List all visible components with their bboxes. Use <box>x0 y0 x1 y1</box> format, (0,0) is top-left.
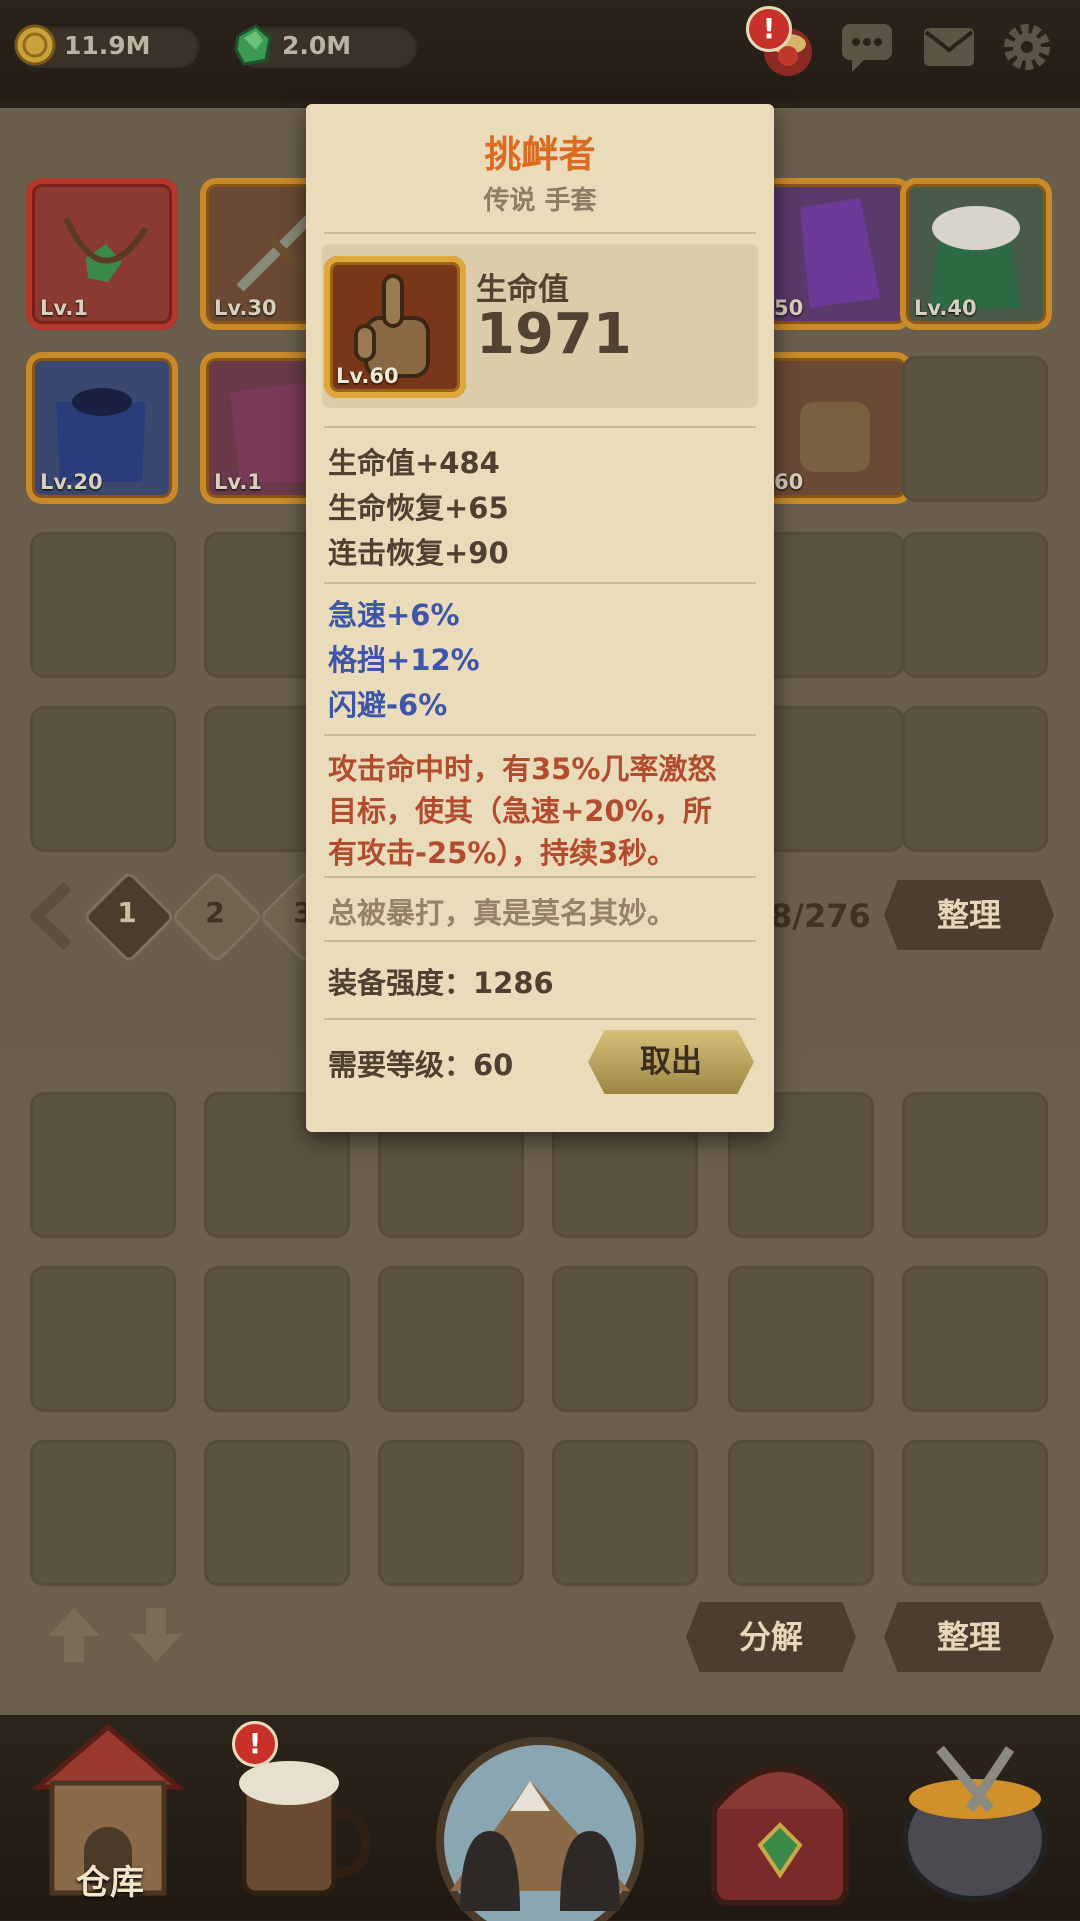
empty-slot[interactable] <box>758 706 904 852</box>
empty-slot[interactable] <box>552 1440 698 1586</box>
required-level: 需要等级：60 <box>328 1048 514 1082</box>
page-1-label: 1 <box>117 896 137 929</box>
gem-amount: 2.0M <box>282 31 352 60</box>
item-level: Lv.60 <box>336 364 399 388</box>
forge-pot-icon[interactable] <box>880 1729 1070 1919</box>
page-2-label: 2 <box>205 896 225 929</box>
tavern-alert-badge: ! <box>232 1721 278 1767</box>
prev-page-arrow-icon[interactable] <box>26 880 76 952</box>
mail-icon[interactable] <box>920 18 978 76</box>
chat-icon[interactable] <box>838 18 896 76</box>
empty-slot[interactable] <box>758 532 904 678</box>
flavor-text: 总被暴打，真是莫名其妙。 <box>328 896 677 930</box>
inventory-item-armor[interactable]: Lv.20 <box>26 352 178 504</box>
item-tooltip: 挑衅者 传说 手套 Lv.60 生命值 1971 生命值+484 生命恢复+65… <box>306 104 774 1132</box>
empty-slot[interactable] <box>204 1266 350 1412</box>
sort-inventory-button[interactable]: 整理 <box>884 880 1054 950</box>
take-out-button[interactable]: 取出 <box>588 1030 754 1094</box>
top-bar: 11.9M 2.0M ! <box>0 0 1080 100</box>
event-alert-badge: ! <box>746 6 792 52</box>
divider <box>324 734 756 736</box>
empty-slot[interactable] <box>902 532 1048 678</box>
divider <box>324 232 756 234</box>
base-stat-line: 生命值+484 <box>328 446 500 480</box>
sort-storage-button[interactable]: 整理 <box>884 1602 1054 1672</box>
inventory-count: 8/276 <box>770 897 871 935</box>
empty-slot[interactable] <box>728 1266 874 1412</box>
scroll-up-arrow-icon[interactable] <box>44 1604 104 1666</box>
empty-slot[interactable] <box>204 1440 350 1586</box>
main-stat-value: 1971 <box>476 302 632 367</box>
item-icon-frame: Lv.60 <box>324 256 466 398</box>
effect-line: 有攻击-25%），持续3秒。 <box>328 836 677 870</box>
equipment-power: 装备强度：1286 <box>328 966 554 1000</box>
empty-slot[interactable] <box>902 706 1048 852</box>
gold-counter: 11.9M <box>14 24 200 68</box>
coin-icon <box>14 24 56 66</box>
effect-line: 目标，使其（急速+20%，所 <box>328 794 712 828</box>
bonus-stat-line: 急速+6% <box>328 598 460 632</box>
bonus-stat-line: 闪避-6% <box>328 688 448 722</box>
empty-slot[interactable] <box>902 1092 1048 1238</box>
adventure-map-icon[interactable] <box>410 1721 670 1921</box>
empty-slot[interactable] <box>30 532 176 678</box>
inventory-item-fur-coat[interactable]: Lv.40 <box>900 178 1052 330</box>
empty-slot[interactable] <box>30 1440 176 1586</box>
empty-slot[interactable] <box>902 1440 1048 1586</box>
inventory-item-robe[interactable]: 50 <box>760 178 912 330</box>
empty-slot[interactable] <box>378 1440 524 1586</box>
divider <box>324 426 756 428</box>
inventory-item-amulet[interactable]: Lv.1 <box>26 178 178 330</box>
divider <box>324 940 756 942</box>
empty-slot[interactable] <box>30 706 176 852</box>
bottom-nav: 仓库 ! <box>0 1715 1080 1921</box>
emerald-icon <box>234 24 272 66</box>
item-name: 挑衅者 <box>484 133 596 176</box>
empty-slot[interactable] <box>902 356 1048 502</box>
warehouse-label: 仓库 <box>76 1863 144 1903</box>
divider <box>324 1018 756 1020</box>
base-stat-line: 生命恢复+65 <box>328 491 509 525</box>
empty-slot[interactable] <box>552 1266 698 1412</box>
treasure-chest-icon[interactable] <box>690 1729 870 1919</box>
effect-line: 攻击命中时，有35%几率激怒 <box>328 752 717 786</box>
inventory-item-gauntlet[interactable]: 60 <box>760 352 912 504</box>
scroll-down-arrow-icon[interactable] <box>126 1604 186 1666</box>
item-rarity-type: 传说 手套 <box>483 186 597 216</box>
divider <box>324 876 756 878</box>
empty-slot[interactable] <box>378 1266 524 1412</box>
empty-slot[interactable] <box>30 1266 176 1412</box>
empty-slot[interactable] <box>902 1266 1048 1412</box>
base-stat-line: 连击恢复+90 <box>328 536 509 570</box>
settings-icon[interactable] <box>998 18 1056 76</box>
decompose-button[interactable]: 分解 <box>686 1602 856 1672</box>
empty-slot[interactable] <box>728 1440 874 1586</box>
bonus-stat-line: 格挡+12% <box>328 643 480 677</box>
gold-amount: 11.9M <box>64 31 151 60</box>
gem-counter: 2.0M <box>234 24 418 68</box>
divider <box>324 582 756 584</box>
empty-slot[interactable] <box>30 1092 176 1238</box>
